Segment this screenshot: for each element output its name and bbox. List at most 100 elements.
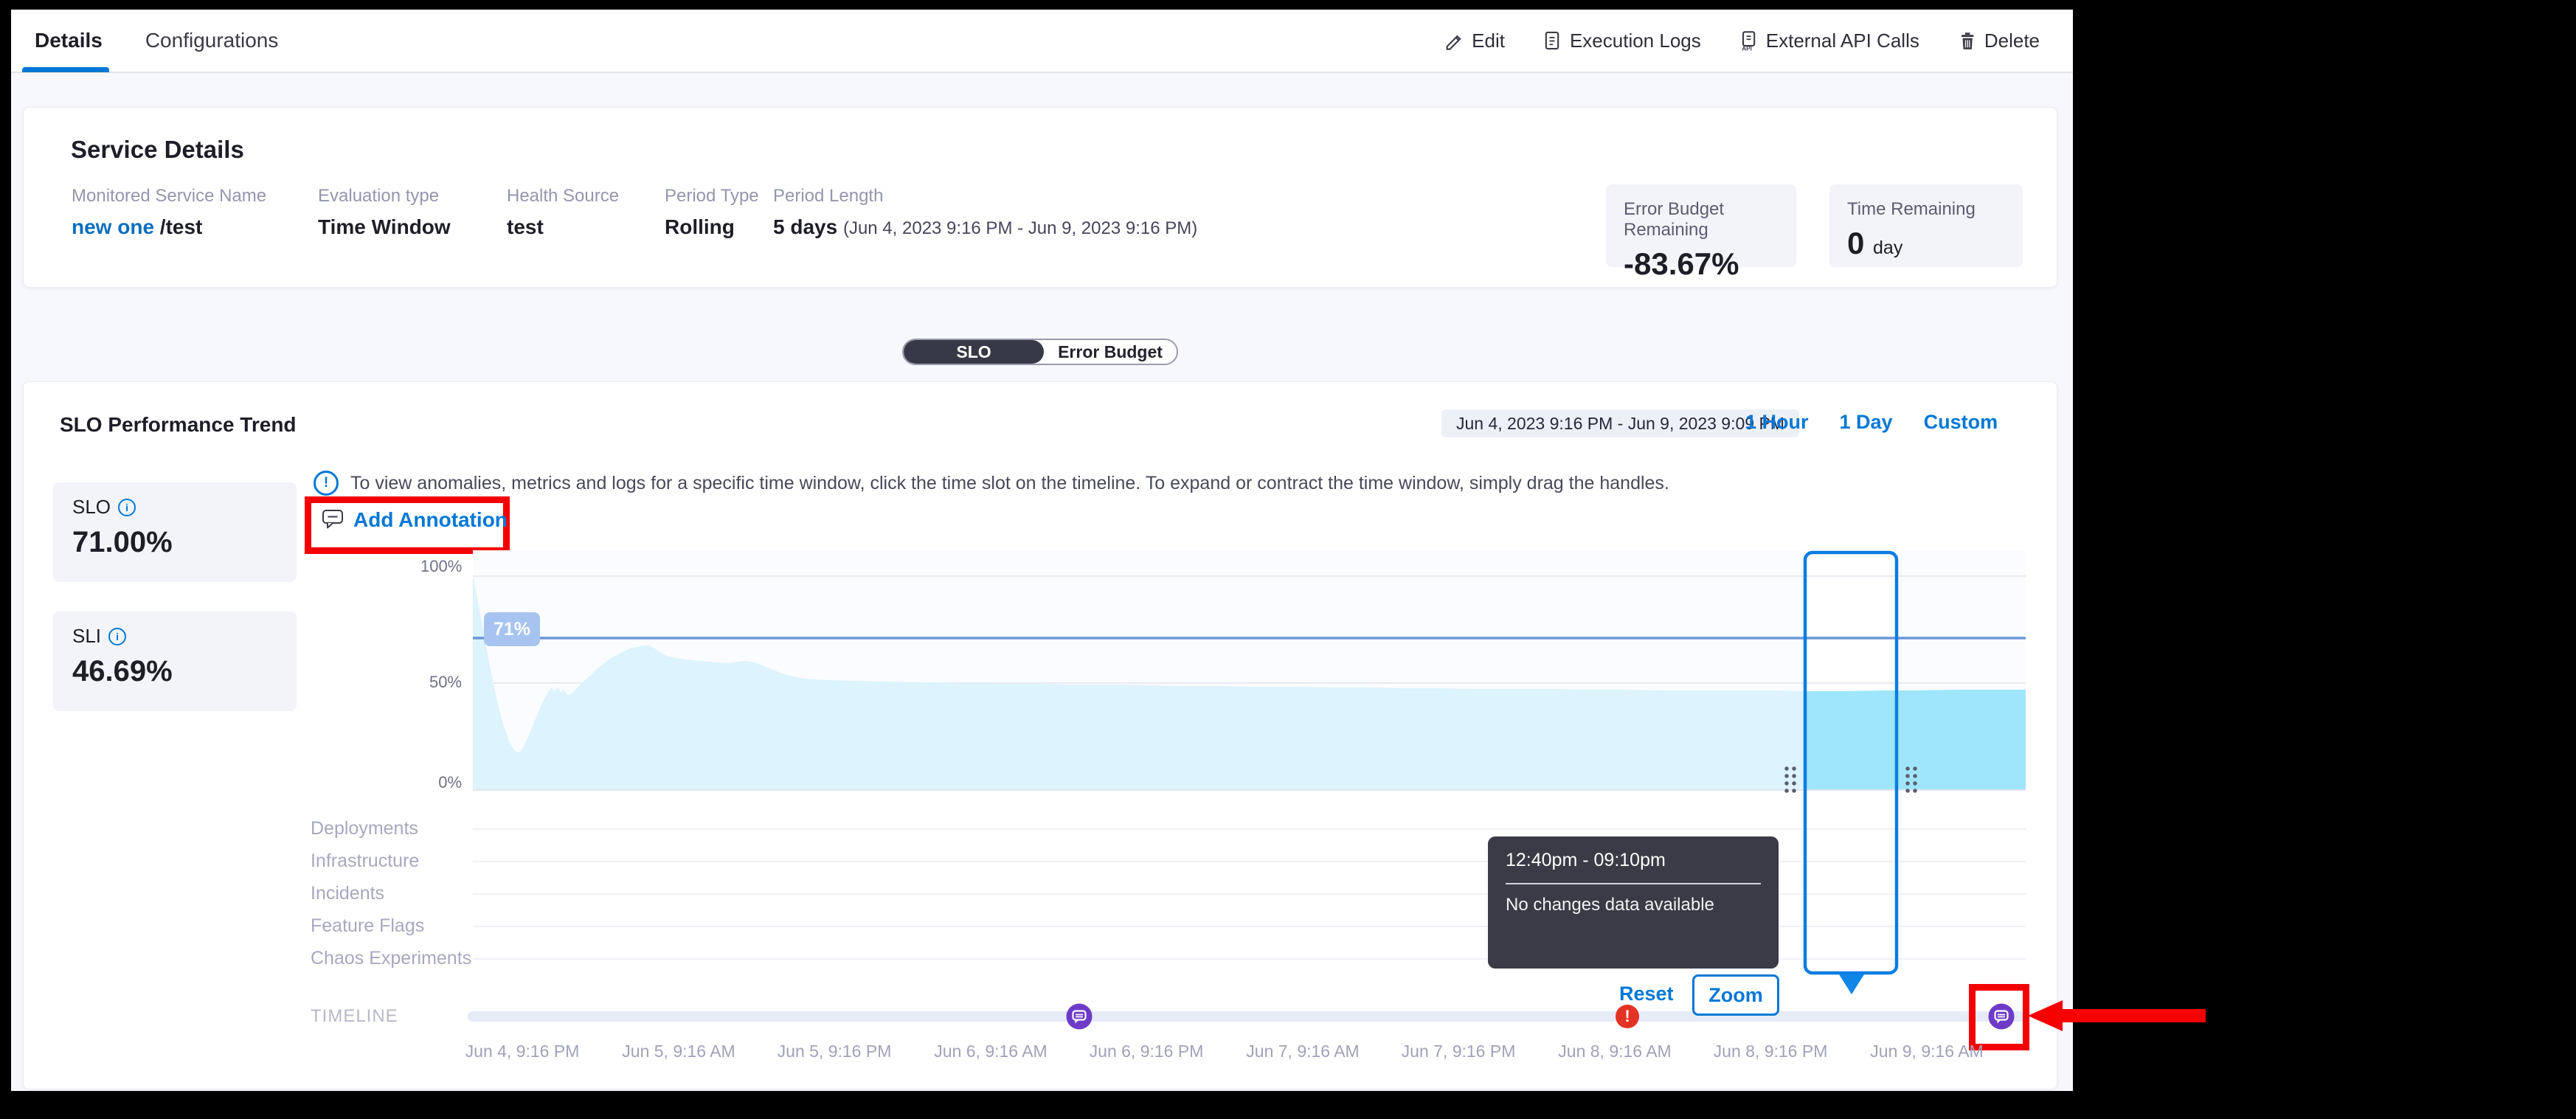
field-value: Time Window [318,215,451,239]
slo-target-badge: 71% [484,612,540,646]
timeline-label: TIMELINE [311,1006,398,1027]
x-tick: Jun 7, 9:16 PM [1402,1042,1516,1061]
y-tick-0: 0% [420,773,462,792]
time-remaining-box: Time Remaining 0 day [1829,184,2023,267]
slo-kpi-card: SLO 71.00% [53,482,297,582]
alert-circle-icon [314,471,339,496]
field-monitored-service-name: Monitored Service Name new one /test [72,186,266,239]
tab-details[interactable]: Details [35,29,103,52]
service-details-card: Service Details Monitored Service Name n… [23,107,2057,288]
monitored-service-suffix: /test [160,215,203,238]
row-label-deployments: Deployments [311,818,418,839]
selection-drag-handle-right[interactable] [1903,764,1917,794]
error-marker-icon[interactable] [1616,1005,1639,1028]
svg-text:API: API [1742,45,1752,51]
error-budget-remaining-box: Error Budget Remaining -83.67% [1606,184,1796,267]
timeline-track[interactable] [468,1011,2026,1022]
row-label-infrastructure: Infrastructure [311,850,419,872]
field-value: test [507,215,619,239]
sli-kpi-value: 46.69% [72,655,277,688]
stat-label: Time Remaining [1847,199,2005,220]
selection-drag-handle-left[interactable] [1782,764,1796,794]
tooltip-time-range: 12:40pm - 09:10pm [1506,850,1761,871]
field-health-source: Health Source test [507,186,619,239]
field-period-length: Period Length 5 days (Jun 4, 2023 9:16 P… [773,186,1197,239]
red-arrow-head [2028,1000,2063,1031]
delete-label: Delete [1984,30,2040,52]
tooltip-body: No changes data available [1506,895,1761,915]
tooltip-divider [1506,883,1761,884]
zoom-button[interactable]: Zoom [1692,974,1779,1016]
row-label-feature-flags: Feature Flags [311,915,424,937]
tab-group: Details Configurations [35,10,278,72]
edit-label: Edit [1472,30,1505,52]
field-label: Health Source [507,186,619,207]
tab-bar: Details Configurations Edit Execution Lo… [11,10,2073,73]
active-tab-underline [22,67,109,72]
field-label: Period Length [773,186,1197,207]
info-banner: To view anomalies, metrics and logs for … [314,471,1863,496]
x-tick: Jun 8, 9:16 PM [1714,1042,1828,1061]
field-label: Period Type [665,186,759,207]
info-icon[interactable] [108,628,126,645]
sli-kpi-label: SLI [72,625,101,648]
service-details-title: Service Details [71,136,244,164]
range-1-day[interactable]: 1 Day [1840,411,1893,434]
info-message: To view anomalies, metrics and logs for … [350,473,1669,494]
external-api-calls-label: External API Calls [1766,30,1919,52]
tab-configurations[interactable]: Configurations [145,29,279,52]
event-row-lines [473,829,2026,959]
slo-performance-trend-card: SLO Performance Trend Jun 4, 2023 9:16 P… [23,381,2057,1089]
x-tick: Jun 5, 9:16 AM [622,1042,735,1061]
x-tick: Jun 4, 9:16 PM [465,1042,580,1061]
annotation-marker-icon[interactable] [1066,1003,1093,1033]
time-remaining-value: 0 [1847,226,1864,260]
field-value: Rolling [665,215,759,239]
field-value: 5 days [773,215,837,238]
x-tick: Jun 7, 9:16 AM [1246,1042,1359,1061]
x-tick: Jun 9, 9:16 AM [1870,1042,1983,1061]
red-highlight-box-annotation-marker [1969,984,2029,1050]
document-icon [1542,30,1562,51]
range-custom[interactable]: Custom [1924,411,1998,434]
toggle-error-budget[interactable]: Error Budget [1044,340,1177,364]
slo-kpi-value: 71.00% [72,526,277,559]
changes-tooltip: 12:40pm - 09:10pm No changes data availa… [1488,836,1779,969]
trash-icon [1956,30,1977,51]
stat-label: Error Budget Remaining [1624,199,1779,240]
slo-kpi-label: SLO [72,496,111,519]
period-length-detail: (Jun 4, 2023 9:16 PM - Jun 9, 2023 9:16 … [843,218,1197,238]
x-tick: Jun 6, 9:16 AM [934,1042,1047,1061]
sli-kpi-card: SLI 46.69% [53,612,297,711]
field-label: Evaluation type [318,186,451,207]
add-annotation-label: Add Annotation [353,508,508,532]
toggle-slo[interactable]: SLO [904,340,1044,364]
monitored-service-link[interactable]: new one [72,215,154,238]
add-annotation-button[interactable]: Add Annotation [321,506,508,533]
header-actions: Edit Execution Logs API External API Cal… [1444,10,2040,72]
field-period-type: Period Type Rolling [665,186,759,239]
chat-bubble-icon [321,506,344,533]
external-api-calls-button[interactable]: API External API Calls [1738,30,1919,52]
info-icon[interactable] [118,499,136,516]
time-remaining-unit: day [1873,238,1902,258]
row-label-incidents: Incidents [311,883,384,904]
delete-button[interactable]: Delete [1956,30,2040,52]
error-budget-remaining-value: -83.67% [1624,246,1779,282]
edit-button[interactable]: Edit [1444,30,1505,52]
reset-button[interactable]: Reset [1619,983,1674,1005]
selection-pointer[interactable] [1839,974,1864,994]
slo-trend-plot[interactable] [473,550,2026,975]
pencil-icon [1444,30,1464,51]
field-evaluation-type: Evaluation type Time Window [318,186,451,239]
app-window: Details Configurations Edit Execution Lo… [11,10,2073,1091]
view-toggle: SLO Error Budget [902,339,1178,365]
range-links: 1 Hour 1 Day Custom [1745,411,1998,434]
execution-logs-button[interactable]: Execution Logs [1542,30,1701,52]
x-tick: Jun 6, 9:16 PM [1090,1042,1204,1061]
x-tick: Jun 5, 9:16 PM [778,1042,892,1061]
api-document-icon: API [1738,30,1759,51]
row-label-chaos-experiments: Chaos Experiments [311,948,471,969]
range-1-hour[interactable]: 1 Hour [1745,411,1809,434]
execution-logs-label: Execution Logs [1570,30,1701,52]
